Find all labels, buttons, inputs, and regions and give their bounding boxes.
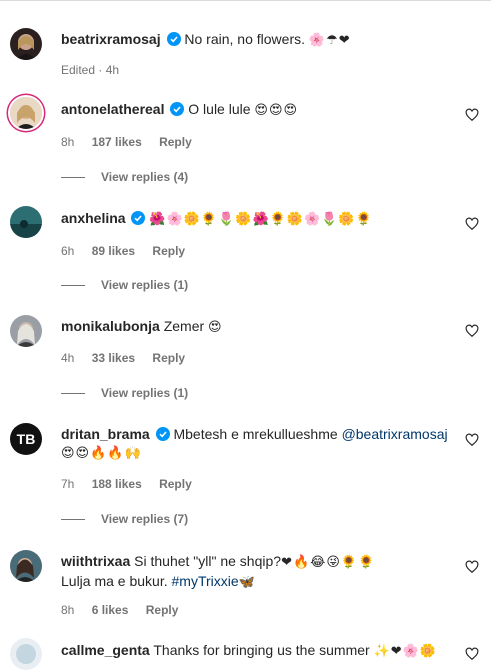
replies-divider (61, 177, 85, 179)
avatar[interactable] (10, 638, 42, 670)
view-replies-label: View replies (1) (101, 386, 189, 400)
view-replies-button[interactable]: View replies (4) (61, 170, 188, 184)
comment-emoji: 😍😍😍 (254, 103, 299, 118)
view-replies-label: View replies (4) (101, 170, 189, 184)
likes-count[interactable]: 187 likes (92, 135, 142, 149)
view-replies-button[interactable]: View replies (1) (61, 386, 188, 400)
comment-text: Thanks for bringing us the summer (153, 642, 370, 658)
heart-outline-icon[interactable] (465, 647, 479, 661)
comment-text: Mbetesh e mrekullueshme (173, 426, 338, 442)
comment-text-line-2: Lulja ma e bukur. (61, 573, 168, 589)
comment-body: dritan_brama Mbetesh e mrekullueshme @be… (61, 425, 461, 463)
svg-text:TB: TB (17, 431, 36, 447)
comment-meta: 6h 89 likes Reply (61, 244, 199, 258)
username-link[interactable]: dritan_brama (61, 426, 150, 442)
comment-emoji: 🌺🌸🌼🌻🌷🌼🌺🌻🌼🌸🌷🌼🌻 (149, 212, 373, 227)
comment-text: Zemer (163, 318, 205, 334)
comment-emoji: 🌸☂❤ (308, 33, 351, 48)
reply-button[interactable]: Reply (146, 603, 179, 617)
likes-count[interactable]: 6 likes (92, 603, 129, 617)
top-divider (0, 0, 491, 1)
comment-emoji: 😍 (208, 320, 223, 335)
hashtag-link[interactable]: #myTrixxie (172, 573, 239, 589)
verified-badge-icon (170, 102, 185, 116)
replies-divider (61, 285, 85, 287)
comment-meta: 4h 33 likes Reply (61, 351, 199, 365)
comment-timestamp[interactable]: 7h (61, 477, 74, 491)
verified-badge-icon (155, 427, 170, 441)
username-link[interactable]: monikalubonja (61, 318, 160, 334)
comment-timestamp[interactable]: 6h (61, 244, 74, 258)
comment-text: O lule lule (188, 101, 251, 117)
username-link[interactable]: beatrixramosaj (61, 31, 161, 47)
likes-count[interactable]: 188 likes (92, 477, 142, 491)
comment-body: monikalubonja Zemer 😍 (61, 317, 451, 337)
verified-badge-icon (131, 211, 146, 225)
comment-body: beatrixramosaj No rain, no flowers. 🌸☂❤ (61, 30, 451, 50)
comment-meta: 8h 187 likes Reply (61, 135, 206, 149)
mention-link[interactable]: @beatrixramosaj (342, 426, 448, 442)
comment-meta: Edited · 4h (61, 63, 133, 77)
heart-outline-icon[interactable] (465, 324, 479, 338)
replies-divider (61, 519, 85, 521)
username-link[interactable]: anxhelina (61, 210, 126, 226)
view-replies-button[interactable]: View replies (1) (61, 278, 188, 292)
replies-divider (61, 393, 85, 395)
comment-text: No rain, no flowers. (184, 31, 305, 47)
view-replies-button[interactable]: View replies (7) (61, 512, 188, 526)
comment-body: callme_genta Thanks for bringing us the … (61, 641, 451, 661)
avatar[interactable] (10, 28, 42, 60)
avatar[interactable] (10, 97, 42, 129)
comment-timestamp[interactable]: 4h (61, 351, 74, 365)
comment-body: wiithtrixaa Si thuhet "yll" ne shqip?❤🔥😂… (61, 552, 451, 592)
avatar[interactable] (10, 315, 42, 347)
comment-body: antonelathereal O lule lule 😍😍😍 (61, 100, 451, 120)
comment-timestamp[interactable]: 8h (61, 603, 74, 617)
heart-outline-icon[interactable] (465, 108, 479, 122)
butterfly-emoji: 🦋 (238, 575, 256, 590)
username-link[interactable]: wiithtrixaa (61, 553, 130, 569)
username-link[interactable]: callme_genta (61, 642, 150, 658)
avatar[interactable]: TB (10, 423, 42, 455)
view-replies-label: View replies (7) (101, 512, 189, 526)
comment-text: Si thuhet "yll" ne shqip? (134, 553, 282, 569)
view-replies-label: View replies (1) (101, 278, 189, 292)
comment-timestamp[interactable]: 8h (61, 135, 74, 149)
comment-body: anxhelina 🌺🌸🌼🌻🌷🌼🌺🌻🌼🌸🌷🌼🌻 (61, 209, 451, 229)
comment-meta: 7h 188 likes Reply (61, 477, 206, 491)
avatar[interactable] (10, 206, 42, 238)
avatar[interactable] (10, 550, 42, 582)
comment-meta: 8h 6 likes Reply (61, 603, 192, 617)
heart-outline-icon[interactable] (465, 560, 479, 574)
username-link[interactable]: antonelathereal (61, 101, 164, 117)
likes-count[interactable]: 89 likes (92, 244, 135, 258)
heart-outline-icon[interactable] (465, 217, 479, 231)
reply-button[interactable]: Reply (159, 477, 192, 491)
reply-button[interactable]: Reply (152, 351, 185, 365)
edited-timestamp: Edited · 4h (61, 63, 120, 77)
reply-button[interactable]: Reply (159, 135, 192, 149)
verified-badge-icon (166, 32, 181, 46)
likes-count[interactable]: 33 likes (92, 351, 135, 365)
heart-outline-icon[interactable] (465, 433, 479, 447)
reply-button[interactable]: Reply (152, 244, 185, 258)
comment-emoji: 😍😍🔥🔥🙌 (61, 446, 142, 461)
comment-emoji: ❤🔥😂😜🌻🌻 (281, 555, 376, 570)
comment-emoji: ✨❤🌸🌼 (373, 644, 438, 659)
